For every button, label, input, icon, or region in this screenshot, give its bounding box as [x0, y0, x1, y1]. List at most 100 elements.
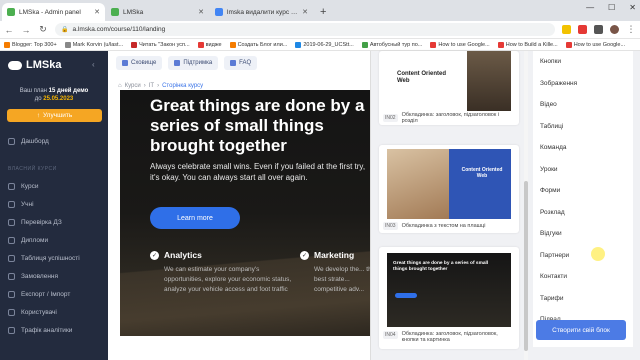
lock-icon: 🔒: [61, 27, 69, 33]
thumbnail-text: Content Oriented Web: [397, 71, 446, 84]
block-category-item[interactable]: Таблиці: [533, 116, 633, 138]
sidebar-item-students[interactable]: Учні: [8, 201, 34, 208]
bookmark[interactable]: Mark Korvin (u/last...: [64, 41, 124, 48]
sidebar-item-label: Курси: [21, 183, 39, 190]
block-category-item[interactable]: Зображення: [533, 73, 633, 95]
reload-icon[interactable]: ↻: [38, 24, 48, 35]
logo[interactable]: LMSka: [8, 59, 61, 71]
bookmark-favicon-icon: [131, 41, 138, 48]
bookmark[interactable]: Создать Блог или...: [229, 41, 287, 48]
check-icon: ✓: [300, 250, 309, 260]
template-card[interactable]: Content Oriented Web IN02 Обкладинка: заг…: [379, 51, 519, 125]
template-card[interactable]: Content Oriented Web IN03 Обкладинка з те…: [379, 145, 519, 233]
support-button[interactable]: Підтримка: [168, 56, 219, 70]
bookmark[interactable]: Читать "Закон усп...: [131, 41, 190, 48]
bookmark[interactable]: How to use Google...: [565, 41, 625, 48]
minimize-icon[interactable]: —: [586, 3, 594, 12]
learn-more-button[interactable]: Learn more: [150, 207, 240, 229]
template-caption: IN04 Обкладинка: заголовок, підзаголовок,…: [379, 327, 519, 349]
template-caption-text: Обкладинка: заголовок, підзаголовок, кно…: [401, 331, 498, 343]
tab-title: LMSka: [123, 8, 144, 16]
block-category-item[interactable]: Партнери: [533, 245, 633, 267]
sidebar-section-title: ВЛАСНИЙ КУРСИ: [8, 166, 57, 172]
sidebar-item-label: Дипломи: [21, 237, 49, 244]
browser-tab-3[interactable]: lmska видалити курс - Поиск в ✕: [210, 3, 313, 21]
bookmark-favicon-icon: [64, 41, 71, 48]
mouse-cursor-highlight: [591, 247, 605, 261]
create-block-button[interactable]: Створити свій блок: [536, 320, 626, 340]
block-category-item[interactable]: Уроки: [533, 159, 633, 181]
bookmark[interactable]: Автобусный тур по...: [361, 41, 422, 48]
thumbnail-image: [467, 51, 511, 111]
block-category-item[interactable]: Кнопки: [533, 51, 633, 73]
thumbnail-image: [387, 149, 449, 219]
sidebar-item-traffic[interactable]: Трафік аналітики: [8, 327, 72, 334]
extension-icon[interactable]: [578, 25, 587, 34]
sidebar-item-dashboard[interactable]: Дашборд: [8, 138, 49, 145]
thumbnail-text: Content Oriented Web: [461, 167, 503, 179]
block-category-item[interactable]: Форми: [533, 180, 633, 202]
sidebar-item-orders[interactable]: Замовлення: [8, 273, 58, 280]
new-tab-icon[interactable]: +: [320, 6, 326, 18]
sidebar-item-courses[interactable]: Курси: [8, 183, 38, 190]
block-category-item[interactable]: Контакти: [533, 266, 633, 288]
bookmark-label: Mark Korvin (u/last...: [72, 41, 124, 48]
storage-button[interactable]: Сховище: [116, 56, 163, 70]
template-code: IN04: [383, 331, 398, 339]
collapse-sidebar-icon[interactable]: ‹: [92, 60, 95, 69]
upgrade-button[interactable]: ↑ Улучшить: [7, 109, 102, 122]
block-category-item[interactable]: Відео: [533, 94, 633, 116]
sidebar-item-users[interactable]: Користувачі: [8, 309, 57, 316]
maximize-icon[interactable]: ☐: [608, 3, 615, 12]
forward-icon[interactable]: →: [21, 25, 31, 35]
bookmark-label: Читать "Закон усп...: [139, 41, 190, 48]
avatar[interactable]: [610, 25, 619, 34]
sidebar-item-label: Учні: [21, 201, 34, 208]
users-icon: [8, 309, 15, 316]
sidebar: LMSka ‹ Ваш план 15 дней демо до 25.05.2…: [0, 51, 108, 360]
export-icon: [8, 291, 15, 298]
url-field[interactable]: 🔒 a.lmska.com/course/110/landing: [55, 23, 555, 36]
puzzle-icon[interactable]: [594, 25, 603, 34]
plan-name: 15 дней демо: [48, 88, 89, 94]
template-thumbnail: Great things are done by a series of sma…: [387, 253, 511, 327]
youtube-icon: [565, 41, 572, 48]
sidebar-item-homework[interactable]: Перевірка ДЗ: [8, 219, 62, 226]
lmska-favicon-icon: [111, 8, 119, 16]
block-category-item[interactable]: Розклад: [533, 202, 633, 224]
sidebar-item-export-import[interactable]: Експорт / Імпорт: [8, 291, 70, 298]
logo-text: LMSka: [26, 59, 62, 71]
plan-info: Ваш план 15 дней демо до 25.05.2023: [0, 87, 108, 103]
block-category-item[interactable]: Команда: [533, 137, 633, 159]
browser-tab-2[interactable]: LMSka ✕: [106, 3, 209, 21]
back-icon[interactable]: ←: [4, 25, 14, 35]
youtube-icon: [430, 41, 437, 48]
sidebar-item-label: Експорт / Імпорт: [21, 291, 71, 298]
faq-button[interactable]: FAQ: [224, 56, 258, 70]
sidebar-item-label: Перевірка ДЗ: [21, 219, 62, 226]
bookmark[interactable]: How to Build a Kille...: [497, 41, 558, 48]
bookmark[interactable]: видже: [197, 41, 222, 48]
close-tab-icon[interactable]: ✕: [302, 8, 308, 16]
bookmark-favicon-icon: [229, 41, 236, 48]
sidebar-item-label: Таблиця успішності: [21, 255, 80, 262]
feature-title: Analytics: [164, 250, 202, 260]
bookmark[interactable]: How to use Google...: [430, 41, 490, 48]
extension-icon[interactable]: [562, 25, 571, 34]
home-icon[interactable]: ⌂: [118, 83, 122, 89]
bookmark[interactable]: Blogger: Top 300+: [4, 41, 57, 48]
breadcrumb-item[interactable]: Курси: [125, 83, 141, 89]
browser-tab-1[interactable]: LMSka - Admin panel ✕: [2, 3, 105, 21]
close-window-icon[interactable]: ✕: [629, 3, 636, 12]
close-tab-icon[interactable]: ✕: [94, 8, 100, 16]
menu-icon[interactable]: ⋮: [626, 24, 636, 35]
block-category-item[interactable]: Тарифи: [533, 288, 633, 310]
breadcrumb-item[interactable]: IT: [149, 83, 154, 89]
block-category-item[interactable]: Відгуки: [533, 223, 633, 245]
template-card[interactable]: Great things are done by a series of sma…: [379, 247, 519, 349]
close-tab-icon[interactable]: ✕: [198, 8, 204, 16]
sidebar-item-diplomas[interactable]: Дипломи: [8, 237, 48, 244]
button-label: Підтримка: [183, 60, 213, 66]
sidebar-item-grades[interactable]: Таблиця успішності: [8, 255, 80, 262]
bookmark[interactable]: 2019-06-29_UCStt...: [295, 41, 354, 48]
